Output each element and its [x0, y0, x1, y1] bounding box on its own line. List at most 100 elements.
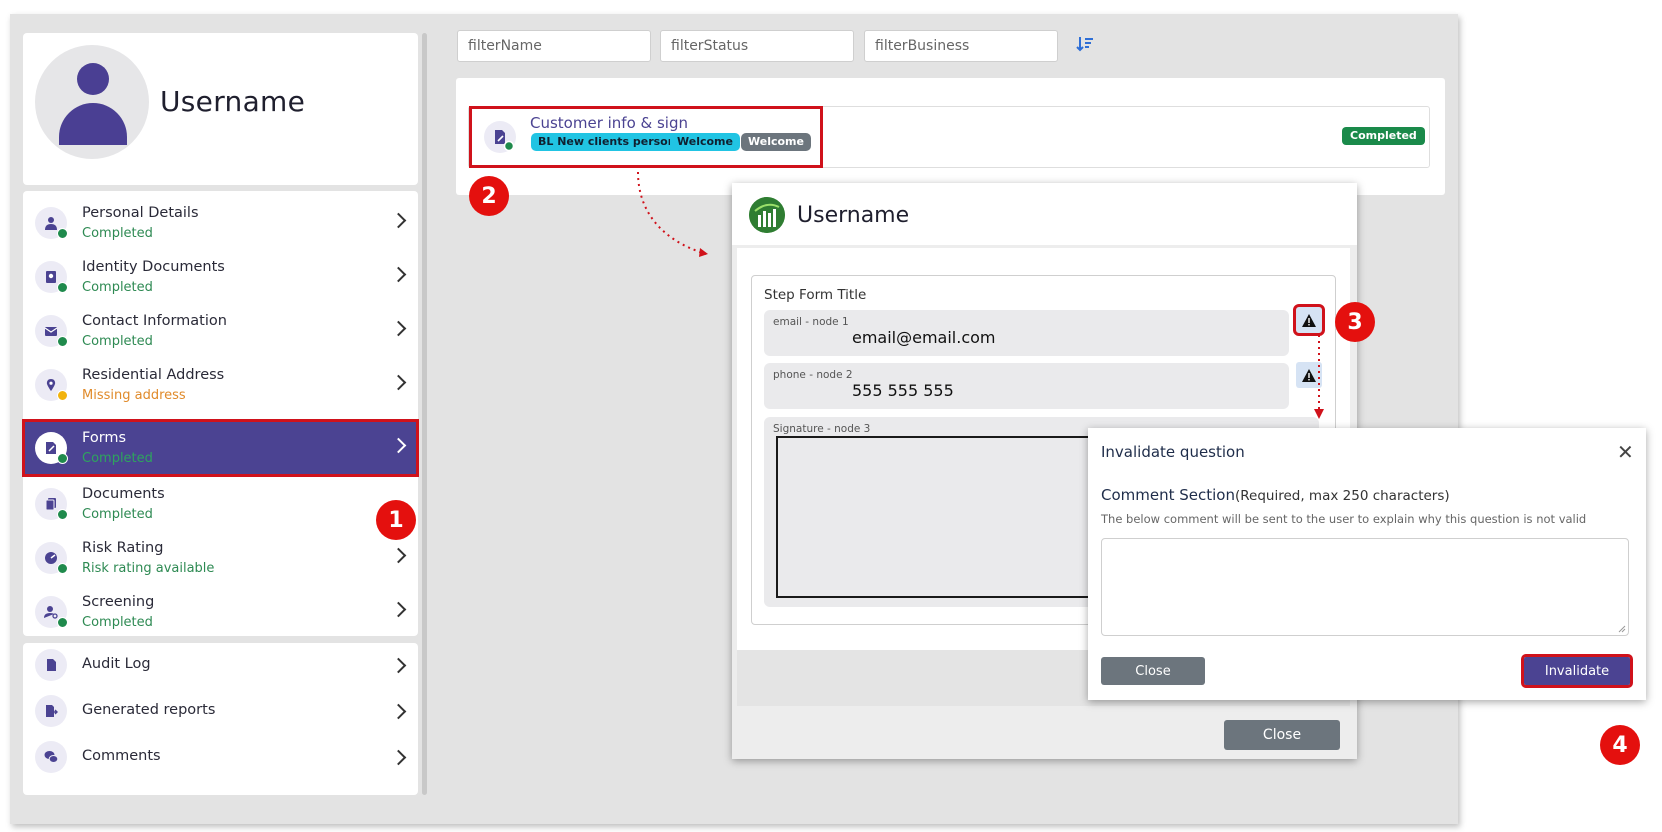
sidebar-scrollbar[interactable]: [422, 33, 427, 795]
chevron-right-icon: [390, 601, 407, 618]
filter-name-input[interactable]: filterName: [457, 30, 651, 62]
sidebar-item-generated-reports[interactable]: Generated reports: [23, 689, 418, 735]
status-dot: [57, 617, 68, 628]
sidebar-item-label: Generated reports: [82, 702, 216, 718]
sidebar-item-status: Risk rating available: [82, 561, 215, 576]
status-dot: [57, 282, 68, 293]
sidebar-item-personal-details[interactable]: Personal Details Completed: [23, 195, 418, 251]
sidebar-item-status: Completed: [82, 507, 153, 522]
sort-icon[interactable]: [1076, 35, 1096, 55]
comment-section-label: Comment Section: [1101, 486, 1235, 504]
sidebar-item-comments[interactable]: Comments: [23, 735, 418, 781]
sidebar-item-documents[interactable]: Documents Completed: [23, 476, 418, 532]
status-dot: [57, 563, 68, 574]
sidebar-item-status: Completed: [82, 615, 153, 630]
risk-icon: [35, 542, 68, 574]
sidebar-item-label: Contact Information: [82, 313, 227, 329]
comment-section-title: Comment Section(Required, max 250 charac…: [1101, 486, 1450, 504]
filter-status-input[interactable]: filterStatus: [660, 30, 854, 62]
warning-icon: [1302, 313, 1316, 327]
sidebar-item-label: Comments: [82, 748, 161, 764]
sidebar-item-status: Completed: [82, 280, 153, 295]
field-value: 555 555 555: [852, 381, 954, 400]
status-dot: [57, 453, 68, 464]
sidebar-item-screening[interactable]: Screening Completed: [23, 584, 418, 640]
documents-icon: [35, 488, 68, 520]
status-dot: [57, 390, 68, 401]
modal-close-button[interactable]: Close: [1224, 720, 1340, 750]
field-label: phone - node 2: [773, 369, 853, 381]
profile-username: Username: [160, 85, 306, 118]
company-logo-icon: [749, 197, 785, 233]
signature-pad[interactable]: [776, 436, 1123, 598]
chevron-right-icon: [390, 749, 407, 766]
status-dot: [57, 509, 68, 520]
passport-icon: [35, 261, 68, 293]
file-icon: [35, 649, 67, 681]
step-title: Step Form Title: [764, 287, 867, 303]
sidebar-item-contact-information[interactable]: Contact Information Completed: [23, 303, 418, 359]
sidebar-section-status: Personal Details Completed Identity Docu…: [22, 191, 419, 636]
sidebar-item-label: Residential Address: [82, 367, 225, 383]
chevron-right-icon: [390, 320, 407, 337]
chevron-right-icon: [390, 374, 407, 391]
sidebar-item-label: Documents: [82, 486, 165, 502]
chevron-right-icon: [390, 212, 407, 229]
sidebar-item-audit-log[interactable]: Audit Log: [23, 643, 418, 689]
sidebar-item-status: Completed: [82, 334, 153, 349]
screening-icon: [35, 596, 68, 628]
invalidate-warning-button[interactable]: [1293, 304, 1325, 336]
avatar-head: [77, 63, 109, 95]
sidebar-item-label: Identity Documents: [82, 259, 225, 275]
sidebar-item-forms[interactable]: Forms Completed: [22, 419, 419, 477]
resize-handle-icon[interactable]: [1618, 625, 1626, 633]
sidebar-item-label: Screening: [82, 594, 155, 610]
status-dot: [57, 336, 68, 347]
dialog-title: Invalidate question: [1101, 443, 1245, 461]
sidebar-item-label: Audit Log: [82, 656, 151, 672]
chevron-right-icon: [390, 266, 407, 283]
form-row-highlight: [469, 106, 823, 168]
dialog-close-button[interactable]: Close: [1101, 657, 1205, 685]
status-dot: [57, 228, 68, 239]
sidebar-item-status: Missing address: [82, 388, 186, 403]
dotted-arrow: [1314, 335, 1324, 419]
map-pin-icon: [35, 369, 68, 401]
comment-help-text: The below comment will be sent to the us…: [1101, 512, 1587, 526]
sidebar-item-status: Completed: [82, 226, 153, 241]
report-export-icon: [35, 695, 67, 727]
status-badge: Completed: [1342, 127, 1425, 145]
sidebar-item-residential-address[interactable]: Residential Address Missing address: [23, 357, 418, 413]
sidebar-item-identity-documents[interactable]: Identity Documents Completed: [23, 249, 418, 305]
field-label: Signature - node 3: [773, 423, 871, 435]
close-icon[interactable]: ✕: [1617, 440, 1634, 464]
avatar-body: [59, 103, 127, 145]
sidebar-item-label: Risk Rating: [82, 540, 164, 556]
step-marker-2: 2: [469, 176, 509, 216]
avatar: [35, 45, 149, 159]
email-field[interactable]: email - node 1 email@email.com: [764, 310, 1289, 356]
person-icon: [35, 207, 68, 239]
envelope-icon: [35, 315, 68, 347]
dotted-arrow: [637, 171, 708, 257]
phone-field[interactable]: phone - node 2 555 555 555: [764, 363, 1289, 409]
chevron-right-icon: [390, 547, 407, 564]
field-label: email - node 1: [773, 316, 849, 328]
field-value: email@email.com: [852, 328, 996, 347]
filter-business-input[interactable]: filterBusiness: [864, 30, 1058, 62]
sidebar-section-tools: Audit Log Generated reports Comments: [23, 643, 418, 795]
chevron-right-icon: [390, 703, 407, 720]
chevron-right-icon: [390, 657, 407, 674]
form-icon: [35, 432, 68, 464]
sidebar-item-label: Forms: [82, 430, 127, 446]
invalidate-button[interactable]: Invalidate: [1521, 654, 1633, 688]
step-marker-4: 4: [1600, 725, 1640, 765]
comments-icon: [35, 741, 67, 773]
step-marker-1: 1: [376, 500, 416, 540]
step-marker-3: 3: [1335, 302, 1375, 342]
comment-textarea[interactable]: [1101, 538, 1629, 636]
sidebar-item-status: Completed: [82, 451, 153, 466]
sidebar-item-label: Personal Details: [82, 205, 199, 221]
modal-title: Username: [797, 203, 910, 228]
sidebar-item-risk-rating[interactable]: Risk Rating Risk rating available: [23, 530, 418, 586]
